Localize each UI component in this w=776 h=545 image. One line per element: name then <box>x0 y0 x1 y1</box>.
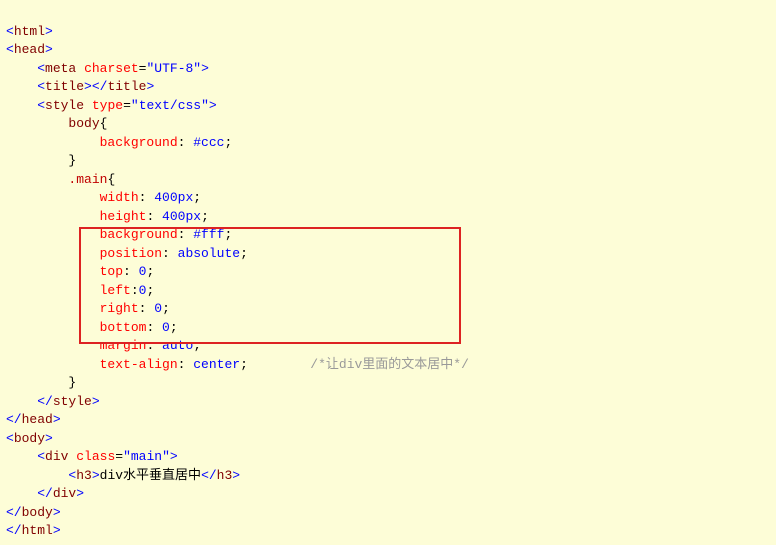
code-snippet: <html> <head> <meta charset="UTF-8"> <ti… <box>0 0 776 545</box>
code-line: <h3>div水平垂直居中</h3> <box>6 468 240 483</box>
code-line: .main{ <box>6 172 115 187</box>
code-line: } <box>6 375 76 390</box>
code-line: </div> <box>6 486 84 501</box>
code-line: <head> <box>6 42 53 57</box>
code-line: <html> <box>6 24 53 39</box>
code-line: <meta charset="UTF-8"> <box>6 61 209 76</box>
code-line: left:0; <box>6 283 154 298</box>
code-line: bottom: 0; <box>6 320 178 335</box>
code-line: <style type="text/css"> <box>6 98 217 113</box>
code-line: background: #fff; <box>6 227 232 242</box>
code-line: <div class="main"> <box>6 449 178 464</box>
code-line: </style> <box>6 394 100 409</box>
code-line: top: 0; <box>6 264 154 279</box>
code-line: <body> <box>6 431 53 446</box>
code-line: margin: auto; <box>6 338 201 353</box>
code-line: text-align: center; /*让div里面的文本居中*/ <box>6 357 469 372</box>
code-comment: /*让div里面的文本居中*/ <box>310 357 469 372</box>
code-line: <title></title> <box>6 79 154 94</box>
code-line: body{ <box>6 116 107 131</box>
code-line: </body> <box>6 505 61 520</box>
code-line: </head> <box>6 412 61 427</box>
code-line: position: absolute; <box>6 246 248 261</box>
code-line: } <box>6 153 76 168</box>
code-line: width: 400px; <box>6 190 201 205</box>
code-line: right: 0; <box>6 301 170 316</box>
code-line: background: #ccc; <box>6 135 232 150</box>
code-line: height: 400px; <box>6 209 209 224</box>
